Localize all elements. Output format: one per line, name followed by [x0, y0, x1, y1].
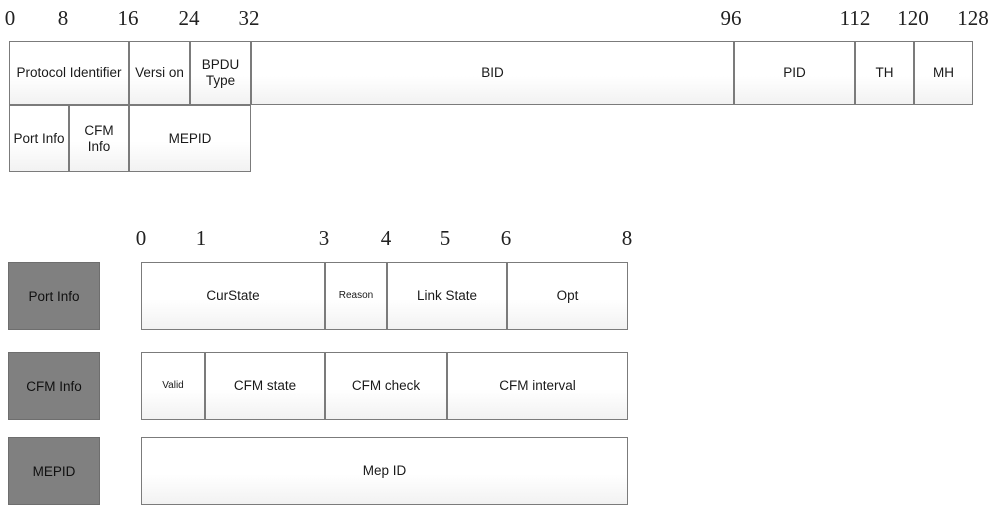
cfm-info-field-cfm-check: CFM check: [325, 352, 447, 420]
protocol-frame-diagram: 0 8 16 24 32 96 112 120 128 Protocol Identifier V…: [0, 0, 1000, 514]
cfm-info-field-valid: Valid: [141, 352, 205, 420]
group-label-cfm-info: CFM Info: [8, 352, 100, 420]
detail-rows-container: Port Info CurState Reason Link State Opt CFM …: [0, 0, 1000, 514]
cfm-info-field-cfm-state: CFM state: [205, 352, 325, 420]
cfm-info-field-cfm-interval: CFM interval: [447, 352, 628, 420]
port-info-field-opt: Opt: [507, 262, 628, 330]
group-label-mepid: MEPID: [8, 437, 100, 505]
port-info-field-reason: Reason: [325, 262, 387, 330]
port-info-field-curstate: CurState: [141, 262, 325, 330]
port-info-field-link-state: Link State: [387, 262, 507, 330]
group-label-port-info: Port Info: [8, 262, 100, 330]
mepid-field-mep-id: Mep ID: [141, 437, 628, 505]
